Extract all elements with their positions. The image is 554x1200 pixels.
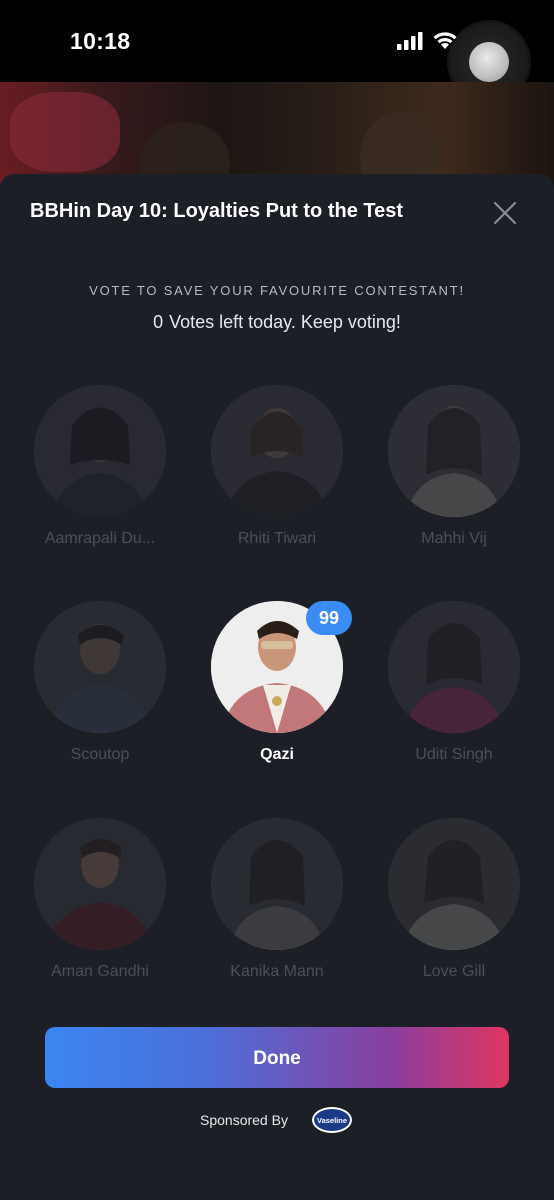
contestant-name: Scoutop <box>70 746 130 763</box>
contestant-name: Rhiti Tiwari <box>237 530 317 547</box>
contestant-card[interactable]: Aamrapali Du... <box>25 385 175 575</box>
contestant-avatar <box>388 601 520 733</box>
contestant-avatar <box>388 385 520 517</box>
contestant-name: Kanika Mann <box>230 963 324 980</box>
svg-text:Vaseline: Vaseline <box>317 1116 347 1125</box>
contestant-card[interactable]: Mahhi Vij <box>379 385 529 575</box>
contestant-card[interactable]: 99 Qazi <box>202 601 352 791</box>
contestant-card[interactable]: Aman Gandhi <box>25 818 175 1008</box>
contestant-avatar <box>34 601 166 733</box>
contestant-avatar <box>388 818 520 950</box>
sponsor-row: Sponsored By Vaseline <box>0 1104 554 1134</box>
voting-sheet: BBHin Day 10: Loyalties Put to the Test … <box>0 174 554 1200</box>
contestant-card[interactable]: Rhiti Tiwari <box>202 385 352 575</box>
contestant-card[interactable]: Uditi Singh <box>379 601 529 791</box>
contestant-avatar <box>211 818 343 950</box>
cellular-signal-icon <box>397 32 423 50</box>
sponsor-label: Sponsored By <box>200 1112 288 1128</box>
contestant-avatar <box>211 385 343 517</box>
status-time: 10:18 <box>70 28 131 54</box>
contestant-name: Qazi <box>260 746 294 763</box>
sheet-title: BBHin Day 10: Loyalties Put to the Test <box>30 200 404 222</box>
contestant-name: Aamrapali Du... <box>44 530 156 547</box>
votes-left-count: 0 <box>153 312 164 332</box>
vaseline-logo-icon: Vaseline <box>312 1107 352 1133</box>
contestant-name: Aman Gandhi <box>51 963 149 980</box>
contestant-name: Mahhi Vij <box>421 530 487 547</box>
vote-prompt: VOTE TO SAVE YOUR FAVOURITE CONTESTANT! <box>89 283 465 298</box>
votes-left-line: 0 Votes left today. Keep voting! <box>0 312 554 333</box>
contestant-card[interactable]: Kanika Mann <box>202 818 352 1008</box>
vote-count-badge: 99 <box>306 601 352 635</box>
contestant-avatar <box>34 818 166 950</box>
contestant-card[interactable]: Love Gill <box>379 818 529 1008</box>
contestant-avatar <box>34 385 166 517</box>
close-icon[interactable] <box>488 196 522 230</box>
done-button[interactable]: Done <box>45 1027 509 1088</box>
assistive-touch-knob <box>469 42 509 82</box>
votes-left-text: Votes left today. Keep voting! <box>169 312 401 332</box>
contestant-name: Love Gill <box>422 963 486 980</box>
contestant-card[interactable]: Scoutop <box>25 601 175 791</box>
contestant-name: Uditi Singh <box>415 746 493 763</box>
